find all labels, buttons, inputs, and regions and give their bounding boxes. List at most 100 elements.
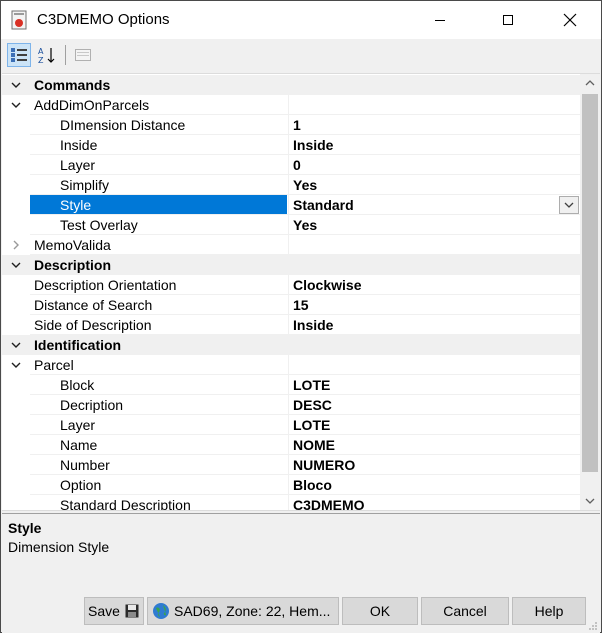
property-name: AddDimOnParcels [34, 97, 150, 113]
property-name: Decription [60, 397, 124, 413]
chevron-down-icon[interactable] [2, 255, 30, 275]
chevron-right-icon[interactable] [2, 235, 30, 255]
row-gutter [2, 415, 30, 435]
property-value[interactable]: 1 [288, 115, 580, 135]
property-value [288, 255, 580, 275]
property-value[interactable]: C3DMEMO [288, 495, 580, 510]
window-title: C3DMEMO Options [37, 11, 170, 28]
property-name: Test Overlay [60, 217, 138, 233]
property-row[interactable]: Parcel [2, 355, 580, 375]
property-row[interactable]: Description Orientation Clockwise [2, 275, 580, 295]
floppy-disk-icon [124, 603, 140, 619]
property-value[interactable]: Yes [288, 175, 580, 195]
row-gutter [2, 135, 30, 155]
property-row[interactable]: Style Standard [2, 195, 580, 215]
property-pages-icon [75, 49, 91, 61]
property-row[interactable]: Inside Inside [2, 135, 580, 155]
row-gutter [2, 155, 30, 175]
property-row[interactable]: Option Bloco [2, 475, 580, 495]
property-row[interactable]: Simplify Yes [2, 175, 580, 195]
save-button[interactable]: Save [84, 597, 144, 625]
minimize-button[interactable] [417, 1, 463, 39]
property-value [288, 335, 580, 355]
property-row[interactable]: DImension Distance 1 [2, 115, 580, 135]
categorized-button[interactable] [7, 43, 31, 67]
property-row[interactable]: Standard Description C3DMEMO [2, 495, 580, 510]
property-value[interactable]: Inside [288, 315, 580, 335]
property-value[interactable] [288, 95, 580, 115]
row-gutter [2, 375, 30, 395]
property-name: Description [34, 257, 112, 273]
help-button[interactable]: Help [512, 597, 586, 625]
property-pages-button[interactable] [71, 43, 95, 67]
property-value[interactable]: NUMERO [288, 455, 580, 475]
property-row[interactable]: Decription DESC [2, 395, 580, 415]
save-label: Save [88, 603, 120, 619]
chevron-down-icon[interactable] [2, 335, 30, 355]
toolbar-separator [65, 45, 66, 65]
property-value[interactable] [288, 235, 580, 255]
row-gutter [2, 475, 30, 495]
resize-grip-icon[interactable] [588, 621, 598, 631]
title-bar: C3DMEMO Options [1, 1, 601, 39]
property-value[interactable]: 0 [288, 155, 580, 175]
cancel-button[interactable]: Cancel [421, 597, 509, 625]
property-name: Block [60, 377, 95, 393]
ok-button[interactable]: OK [342, 597, 418, 625]
maximize-button[interactable] [485, 1, 531, 39]
property-row[interactable]: AddDimOnParcels [2, 95, 580, 115]
close-button[interactable] [547, 1, 593, 39]
chevron-down-icon[interactable] [2, 95, 30, 115]
property-row[interactable]: Name NOME [2, 435, 580, 455]
chevron-down-icon[interactable] [2, 75, 30, 95]
property-name: DImension Distance [60, 117, 186, 133]
chevron-down-icon [585, 498, 595, 504]
property-value [288, 75, 580, 95]
scroll-thumb[interactable] [582, 94, 598, 472]
row-gutter [2, 315, 30, 335]
style-dropdown-button[interactable] [559, 196, 579, 214]
coordinate-system-button[interactable]: SAD69, Zone: 22, Hem... [147, 597, 339, 625]
alphabetical-button[interactable]: A Z [35, 43, 59, 67]
property-value[interactable]: LOTE [288, 375, 580, 395]
property-row[interactable]: Test Overlay Yes [2, 215, 580, 235]
category-row[interactable]: Identification [2, 335, 580, 355]
globe-icon [152, 602, 170, 620]
property-value[interactable]: DESC [288, 395, 580, 415]
property-value[interactable]: 15 [288, 295, 580, 315]
property-value[interactable]: Standard [288, 195, 580, 215]
category-row[interactable]: Description [2, 255, 580, 275]
property-row[interactable]: Block LOTE [2, 375, 580, 395]
property-name: Distance of Search [34, 297, 153, 313]
property-row[interactable]: Side of Description Inside [2, 315, 580, 335]
property-value[interactable]: LOTE [288, 415, 580, 435]
row-gutter [2, 495, 30, 510]
property-name: Style [60, 197, 92, 213]
minimize-icon [435, 20, 445, 21]
property-value[interactable] [288, 355, 580, 375]
property-value[interactable]: NOME [288, 435, 580, 455]
property-value[interactable]: Yes [288, 215, 580, 235]
coordinate-system-label: SAD69, Zone: 22, Hem... [174, 603, 331, 619]
property-row[interactable]: Layer 0 [2, 155, 580, 175]
chevron-down-icon[interactable] [2, 355, 30, 375]
property-row[interactable]: Distance of Search 15 [2, 295, 580, 315]
property-row[interactable]: Layer LOTE [2, 415, 580, 435]
scroll-down-button[interactable] [580, 492, 600, 510]
property-row[interactable]: Number NUMERO [2, 455, 580, 475]
property-name: Layer [60, 417, 96, 433]
property-value[interactable]: Bloco [288, 475, 580, 495]
row-gutter [2, 115, 30, 135]
property-name: Inside [60, 137, 98, 153]
category-row[interactable]: Commands [2, 75, 580, 95]
row-gutter [2, 295, 30, 315]
svg-text:A: A [38, 47, 44, 56]
property-value[interactable]: Clockwise [288, 275, 580, 295]
vertical-scrollbar[interactable] [580, 74, 600, 510]
scroll-up-button[interactable] [580, 74, 600, 92]
property-value[interactable]: Inside [288, 135, 580, 155]
svg-text:Z: Z [38, 56, 44, 64]
app-icon [11, 10, 27, 30]
property-name: Description Orientation [34, 277, 177, 293]
property-row[interactable]: MemoValida [2, 235, 580, 255]
